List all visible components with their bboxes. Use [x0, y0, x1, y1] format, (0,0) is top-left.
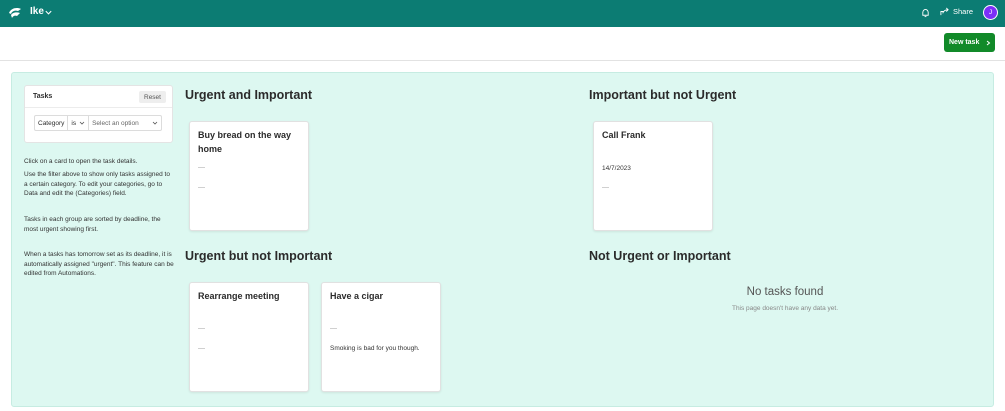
empty-field-dash [602, 187, 609, 188]
empty-state-title: No tasks found [746, 286, 824, 298]
help-text: Click on a card to open the task details… [24, 158, 138, 165]
card-title: Rearrange meeting [198, 291, 280, 301]
bell-icon[interactable] [921, 8, 930, 18]
task-card[interactable]: Have a cigar Smoking is bad for you thou… [321, 282, 441, 392]
task-card[interactable]: Call Frank 14/7/2023 [593, 121, 713, 231]
task-card[interactable]: Buy bread on the way home [189, 121, 309, 231]
filter-field[interactable]: Category [35, 116, 69, 130]
section-title-not-urgent-not-important: Not Urgent or Important [589, 249, 731, 263]
share-icon [940, 7, 949, 16]
new-task-button[interactable]: New task [944, 33, 995, 52]
chevron-down-icon [152, 121, 158, 125]
section-title-urgent-important: Urgent and Important [185, 88, 313, 102]
empty-field-dash [198, 348, 205, 349]
card-deadline: 14/7/2023 [602, 165, 631, 172]
chevron-down-icon [79, 121, 85, 125]
chevron-down-icon[interactable] [44, 8, 53, 17]
empty-field-dash [330, 328, 337, 329]
empty-field-dash [198, 187, 205, 188]
top-bar: Ike Share J [0, 0, 1005, 27]
card-title: Buy bread on the way home [198, 130, 292, 154]
card-title: Have a cigar [330, 291, 384, 301]
empty-state-subtitle: This page doesn't have any data yet. [731, 305, 839, 312]
section-title-urgent-not-important: Urgent but not Important [185, 249, 333, 263]
filter-title: Tasks [33, 93, 53, 100]
help-text: Use the filter above to show only tasks … [24, 171, 170, 197]
empty-field-dash [198, 167, 205, 168]
action-bar [0, 27, 1005, 61]
filter-panel: Tasks Reset Category is Select an option [24, 85, 173, 143]
chevron-right-icon [987, 40, 991, 45]
app-name[interactable]: Ike [30, 6, 44, 17]
empty-field-dash [198, 328, 205, 329]
filter-value-select[interactable]: Select an option [89, 116, 161, 130]
help-text: Tasks in each group are sorted by deadli… [24, 216, 161, 233]
divider [25, 107, 172, 108]
new-task-label: New task [949, 39, 980, 46]
task-card[interactable]: Rearrange meeting [189, 282, 309, 392]
card-note: Smoking is bad for you though. [330, 345, 420, 352]
card-title: Call Frank [602, 130, 646, 140]
reset-button[interactable]: Reset [139, 91, 166, 103]
filter-row: Category is Select an option [34, 115, 163, 131]
help-text: When a tasks has tomorrow set as its dea… [24, 251, 174, 277]
section-title-important-not-urgent: Important but not Urgent [589, 88, 737, 102]
avatar[interactable]: J [983, 5, 998, 20]
app-logo-icon[interactable] [8, 7, 22, 19]
filter-operator[interactable]: is [68, 116, 90, 130]
share-button[interactable]: Share [940, 7, 973, 16]
share-label: Share [953, 7, 974, 16]
